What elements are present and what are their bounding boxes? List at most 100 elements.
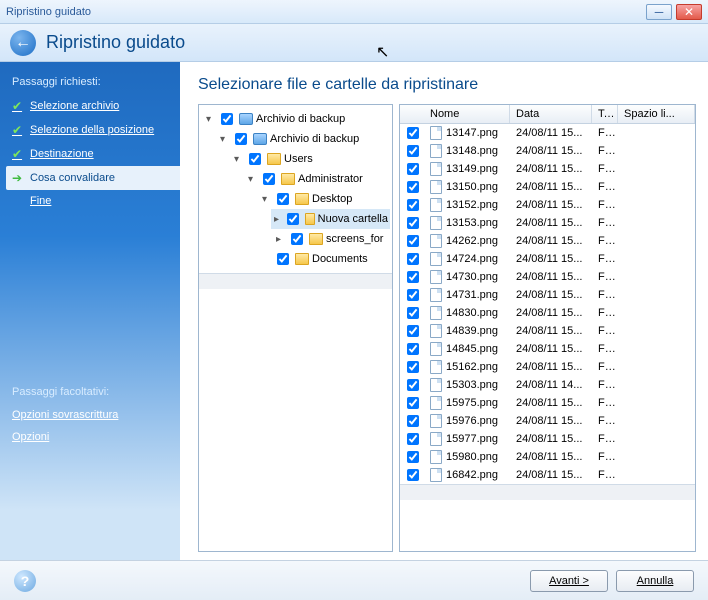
tree-checkbox[interactable] [287, 213, 299, 225]
close-button[interactable]: ✕ [676, 4, 702, 20]
file-name: 13149.png [446, 163, 498, 175]
file-row[interactable]: 14845.png24/08/11 15...Fil... [400, 340, 695, 358]
collapse-icon[interactable]: ▾ [259, 194, 270, 205]
tree-checkbox[interactable] [263, 173, 275, 185]
collapse-icon[interactable]: ▾ [231, 154, 242, 165]
file-row[interactable]: 15162.png24/08/11 15...Fil... [400, 358, 695, 376]
column-date[interactable]: Data [510, 105, 592, 123]
file-checkbox[interactable] [407, 181, 419, 193]
file-row[interactable]: 15975.png24/08/11 15...Fil... [400, 394, 695, 412]
check-icon: ✔ [12, 123, 24, 137]
arrow-right-icon: ➔ [12, 171, 24, 185]
file-checkbox[interactable] [407, 415, 419, 427]
tree-checkbox[interactable] [221, 113, 233, 125]
file-row[interactable]: 14839.png24/08/11 15...Fil... [400, 322, 695, 340]
horizontal-scrollbar[interactable] [199, 273, 392, 289]
step-overwrite-options[interactable]: Opzioni sovrascrittura [0, 404, 180, 426]
file-icon [430, 378, 442, 392]
file-checkbox[interactable] [407, 325, 419, 337]
file-checkbox[interactable] [407, 199, 419, 211]
file-checkbox[interactable] [407, 289, 419, 301]
file-checkbox[interactable] [407, 235, 419, 247]
file-row[interactable]: 14731.png24/08/11 15...Fil... [400, 286, 695, 304]
file-size [618, 400, 695, 406]
step-validate[interactable]: ➔ Cosa convalidare [6, 166, 180, 190]
step-select-location[interactable]: ✔ Selezione della posizione [0, 118, 180, 142]
next-button[interactable]: Avanti > [530, 570, 608, 592]
back-button[interactable]: ← [10, 30, 36, 56]
tree-checkbox[interactable] [235, 133, 247, 145]
cancel-button[interactable]: Annulla [616, 570, 694, 592]
file-row[interactable]: 13150.png24/08/11 15...Fil... [400, 178, 695, 196]
column-name[interactable]: Nome [424, 105, 510, 123]
file-icon [430, 414, 442, 428]
optional-steps-heading: Passaggi facoltativi: [0, 382, 180, 404]
step-destination[interactable]: ✔ Destinazione [0, 142, 180, 166]
file-row[interactable]: 13148.png24/08/11 15...Fil... [400, 142, 695, 160]
tree-node[interactable]: ▸Nuova cartella [271, 209, 390, 229]
tree-node[interactable]: ▾Archivio di backup [215, 129, 390, 149]
file-checkbox[interactable] [407, 307, 419, 319]
tree-checkbox[interactable] [249, 153, 261, 165]
step-finish[interactable]: Fine [0, 190, 180, 212]
file-checkbox[interactable] [407, 127, 419, 139]
tree-checkbox[interactable] [277, 253, 289, 265]
file-date: 24/08/11 15... [510, 322, 592, 340]
file-row[interactable]: 15976.png24/08/11 15...Fil... [400, 412, 695, 430]
file-name: 15162.png [446, 361, 498, 373]
file-row[interactable]: 15303.png24/08/11 14...Fil... [400, 376, 695, 394]
file-checkbox[interactable] [407, 379, 419, 391]
tree-checkbox[interactable] [277, 193, 289, 205]
file-checkbox[interactable] [407, 163, 419, 175]
file-row[interactable]: 16842.png24/08/11 15...Fil... [400, 466, 695, 484]
file-checkbox[interactable] [407, 397, 419, 409]
tree-checkbox[interactable] [291, 233, 303, 245]
file-checkbox[interactable] [407, 343, 419, 355]
expand-icon[interactable]: ▸ [273, 234, 284, 245]
file-row[interactable]: 14262.png24/08/11 15...Fil... [400, 232, 695, 250]
step-select-archive[interactable]: ✔ Selezione archivio [0, 94, 180, 118]
tree-node[interactable]: Documents [257, 249, 390, 269]
file-row[interactable]: 14724.png24/08/11 15...Fil... [400, 250, 695, 268]
file-date: 24/08/11 15... [510, 178, 592, 196]
file-checkbox[interactable] [407, 469, 419, 481]
file-row[interactable]: 13149.png24/08/11 15...Fil... [400, 160, 695, 178]
tree-node[interactable]: ▾Archivio di backup [201, 109, 390, 129]
expand-icon[interactable]: ▸ [273, 214, 280, 225]
collapse-icon[interactable]: ▾ [245, 174, 256, 185]
file-type: Fil... [592, 232, 618, 250]
file-row[interactable]: 13152.png24/08/11 15...Fil... [400, 196, 695, 214]
file-row[interactable]: 14730.png24/08/11 15...Fil... [400, 268, 695, 286]
tree-node[interactable]: ▾Desktop [257, 189, 390, 209]
file-row[interactable]: 13147.png24/08/11 15...Fil... [400, 124, 695, 142]
column-checkbox[interactable] [400, 105, 424, 123]
file-row[interactable]: 15977.png24/08/11 15...Fil... [400, 430, 695, 448]
column-type[interactable]: T... [592, 105, 618, 123]
tree-node[interactable]: ▾Users [229, 149, 390, 169]
minimize-button[interactable]: ─ [646, 4, 672, 20]
file-checkbox[interactable] [407, 451, 419, 463]
collapse-icon[interactable]: ▾ [217, 134, 228, 145]
collapse-icon[interactable]: ▾ [203, 114, 214, 125]
file-date: 24/08/11 15... [510, 160, 592, 178]
horizontal-scrollbar[interactable] [400, 484, 695, 500]
file-checkbox[interactable] [407, 271, 419, 283]
file-checkbox[interactable] [407, 145, 419, 157]
page-title: Selezionare file e cartelle da ripristin… [198, 76, 696, 94]
file-checkbox[interactable] [407, 217, 419, 229]
file-row[interactable]: 13153.png24/08/11 15...Fil... [400, 214, 695, 232]
file-icon [430, 324, 442, 338]
file-name: 13150.png [446, 181, 498, 193]
file-row[interactable]: 15980.png24/08/11 15...Fil... [400, 448, 695, 466]
file-checkbox[interactable] [407, 361, 419, 373]
file-row[interactable]: 14830.png24/08/11 15...Fil... [400, 304, 695, 322]
help-button[interactable]: ? [14, 570, 36, 592]
wizard-title: Ripristino guidato [46, 32, 185, 53]
tree-node[interactable]: ▸screens_for [271, 229, 390, 249]
column-size[interactable]: Spazio li... [618, 105, 695, 123]
file-checkbox[interactable] [407, 253, 419, 265]
archive-icon [239, 113, 253, 125]
step-options[interactable]: Opzioni [0, 426, 180, 448]
tree-node[interactable]: ▾Administrator [243, 169, 390, 189]
file-checkbox[interactable] [407, 433, 419, 445]
